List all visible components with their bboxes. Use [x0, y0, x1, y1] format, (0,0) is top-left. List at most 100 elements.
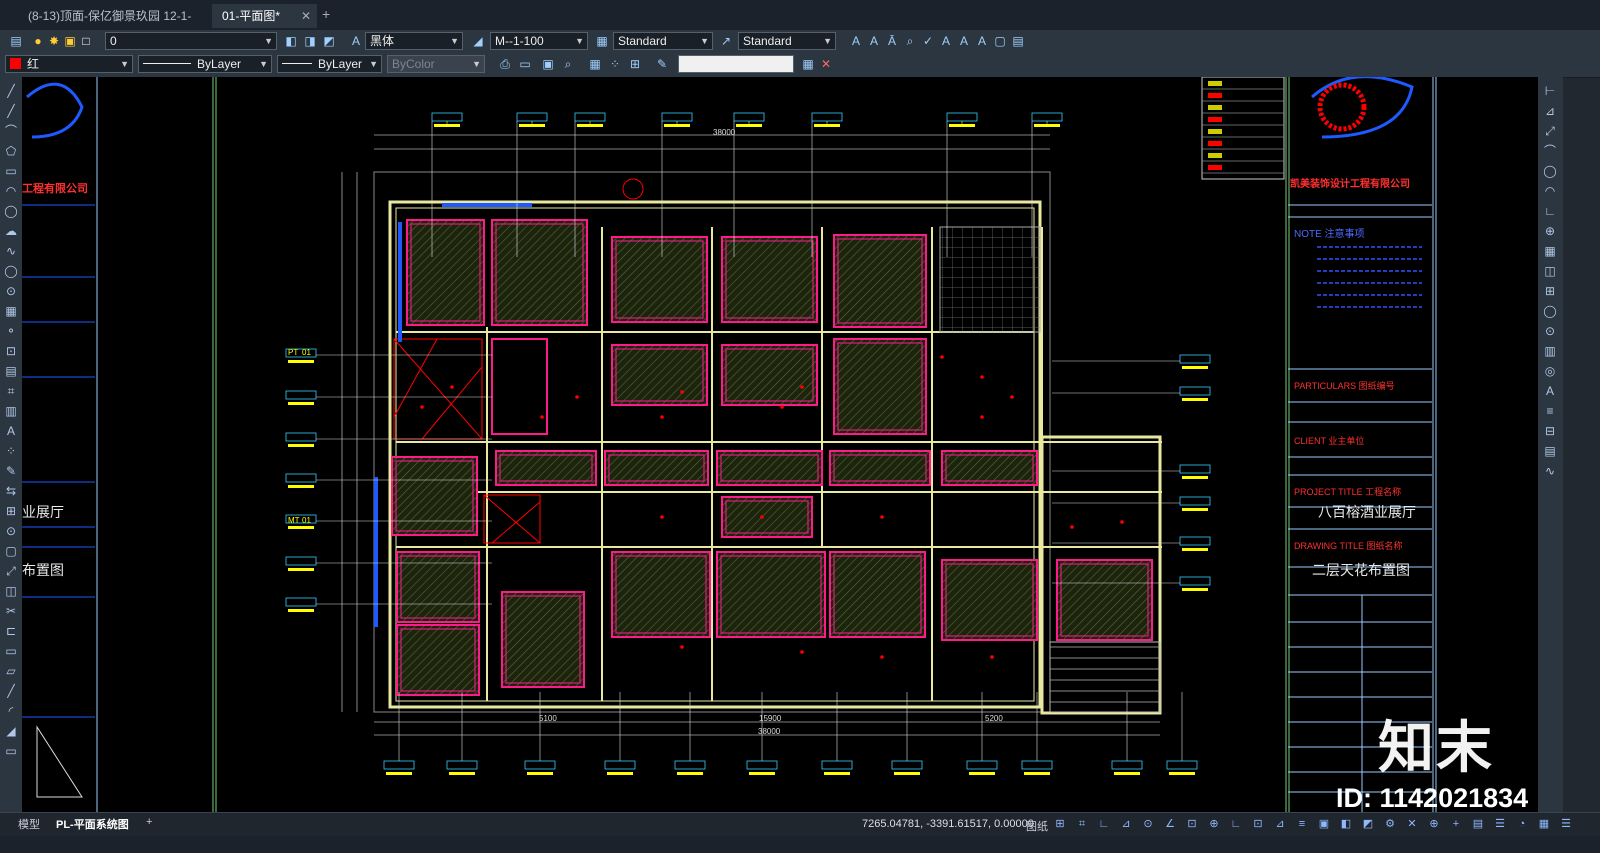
- status-toggle-icon[interactable]: ◩: [1361, 817, 1375, 831]
- status-toggle-icon[interactable]: +: [1449, 817, 1463, 831]
- dimension-tool-icon[interactable]: ∟: [1542, 203, 1558, 219]
- draw-tool-icon[interactable]: ⊙: [3, 283, 19, 299]
- draw-tool-icon[interactable]: ▥: [3, 403, 19, 419]
- draw-tool-icon[interactable]: ╱: [3, 683, 19, 699]
- draw-tool-icon[interactable]: ▱: [3, 663, 19, 679]
- tab-model[interactable]: 模型: [18, 816, 40, 832]
- draw-tool-icon[interactable]: ⤢: [3, 563, 19, 579]
- draw-tool-icon[interactable]: ▭: [3, 163, 19, 179]
- multileader-style-dropdown[interactable]: Standard ▼: [738, 32, 836, 50]
- print-icon[interactable]: ⎙: [497, 56, 513, 72]
- drawing-canvas[interactable]: 业展厅 布置图 工程有限公司 凯美装饰设计工程有限公司 NOTE 注意事项 PA…: [22, 77, 1538, 812]
- dimension-tool-icon[interactable]: ▤: [1542, 443, 1558, 459]
- text-justify-icon[interactable]: A: [956, 33, 972, 49]
- status-toggle-icon[interactable]: ⊡: [1251, 817, 1265, 831]
- status-toggle-icon[interactable]: ✕: [1405, 817, 1419, 831]
- new-tab-icon[interactable]: +: [322, 6, 330, 22]
- status-toggle-icon[interactable]: ∟: [1229, 817, 1243, 831]
- status-toggle-icon[interactable]: ∟: [1097, 817, 1111, 831]
- text-align-icon[interactable]: ▤: [1010, 33, 1026, 49]
- dimension-tool-icon[interactable]: ◎: [1542, 363, 1558, 379]
- status-toggle-icon[interactable]: ⌗: [1075, 817, 1089, 831]
- draw-tool-icon[interactable]: ╱: [3, 83, 19, 99]
- dimension-tool-icon[interactable]: ⊟: [1542, 423, 1558, 439]
- dimension-tool-icon[interactable]: A: [1542, 383, 1558, 399]
- draw-tool-icon[interactable]: ⊡: [3, 343, 19, 359]
- multileader-style-icon[interactable]: ↗: [718, 33, 734, 49]
- status-toggle-icon[interactable]: ⊞: [1053, 817, 1067, 831]
- status-toggle-icon[interactable]: ⊡: [1185, 817, 1199, 831]
- draw-tool-icon[interactable]: ⬠: [3, 143, 19, 159]
- dimension-style-dropdown[interactable]: M--1-100 ▼: [490, 32, 588, 50]
- draw-tool-icon[interactable]: ◢: [3, 723, 19, 739]
- page-setup-icon[interactable]: ▣: [540, 56, 556, 72]
- layer-previous-icon[interactable]: ◩: [321, 33, 337, 49]
- viewport-icon[interactable]: ⁘: [607, 56, 623, 72]
- status-toggle-icon[interactable]: ⊕: [1427, 817, 1441, 831]
- named-views-icon[interactable]: ⊞: [627, 56, 643, 72]
- dimension-tool-icon[interactable]: ≡: [1542, 403, 1558, 419]
- dimension-tool-icon[interactable]: ⤢: [1542, 123, 1558, 139]
- draw-tool-icon[interactable]: ⁘: [3, 443, 19, 459]
- find-text-icon[interactable]: ⌕: [902, 33, 918, 49]
- dimension-tool-icon[interactable]: ◠: [1542, 183, 1558, 199]
- draw-tool-icon[interactable]: ⊏: [3, 623, 19, 639]
- linetype-dropdown[interactable]: ByLayer ▼: [138, 55, 272, 73]
- status-toggle-icon[interactable]: ☰: [1493, 817, 1507, 831]
- cleanup-icon[interactable]: ✕: [818, 56, 834, 72]
- lineweight-dropdown[interactable]: ByLayer ▼: [277, 55, 382, 73]
- draw-tool-icon[interactable]: ◫: [3, 583, 19, 599]
- dimension-tool-icon[interactable]: ◯: [1542, 303, 1558, 319]
- dimension-tool-icon[interactable]: ∿: [1542, 463, 1558, 479]
- status-toggle-icon[interactable]: ▤: [1471, 817, 1485, 831]
- properties-icon[interactable]: ✎: [654, 56, 670, 72]
- spell-check-icon[interactable]: ✓: [920, 33, 936, 49]
- lock-icon[interactable]: ▣: [62, 33, 78, 49]
- status-toggle-icon[interactable]: ⊙: [1141, 817, 1155, 831]
- add-layout-icon[interactable]: +: [146, 816, 152, 828]
- draw-tool-icon[interactable]: ◯: [3, 203, 19, 219]
- status-toggle-icon[interactable]: ☰: [1559, 817, 1573, 831]
- draw-tool-icon[interactable]: ▭: [3, 743, 19, 759]
- tab-layout[interactable]: PL-平面系统图: [56, 816, 129, 832]
- text-style-icon[interactable]: A: [348, 33, 364, 49]
- status-toggle-icon[interactable]: ▦: [1537, 817, 1551, 831]
- draw-tool-icon[interactable]: ◠: [3, 183, 19, 199]
- draw-tool-icon[interactable]: ⊙: [3, 523, 19, 539]
- workspace-icon[interactable]: ▦: [800, 56, 816, 72]
- close-icon[interactable]: ✕: [301, 4, 311, 28]
- dimension-tool-icon[interactable]: ▦: [1542, 243, 1558, 259]
- mtext-icon[interactable]: A: [866, 33, 882, 49]
- paper-space-toggle[interactable]: 图纸: [1026, 818, 1048, 834]
- status-toggle-icon[interactable]: ⊿: [1119, 817, 1133, 831]
- draw-tool-icon[interactable]: ✂: [3, 603, 19, 619]
- draw-tool-icon[interactable]: ▤: [3, 363, 19, 379]
- layer-properties-icon[interactable]: ▤: [8, 33, 24, 49]
- preview-icon[interactable]: ⌕: [560, 56, 576, 72]
- table-style-dropdown[interactable]: Standard ▼: [613, 32, 713, 50]
- draw-tool-icon[interactable]: ⇆: [3, 483, 19, 499]
- layer-dropdown[interactable]: 0 ▼: [105, 32, 277, 50]
- dimension-tool-icon[interactable]: ⊿: [1542, 103, 1558, 119]
- dimension-style-icon[interactable]: ◢: [470, 33, 486, 49]
- search-input[interactable]: [678, 55, 794, 73]
- table-style-icon[interactable]: ▦: [594, 33, 610, 49]
- draw-tool-icon[interactable]: ⌗: [3, 383, 19, 399]
- text-font-dropdown[interactable]: 黑体 ▼: [365, 32, 463, 50]
- status-toggle-icon[interactable]: ⊕: [1207, 817, 1221, 831]
- status-toggle-icon[interactable]: ◔: [1515, 817, 1529, 831]
- draw-tool-icon[interactable]: ▦: [3, 303, 19, 319]
- draw-tool-icon[interactable]: ◜: [3, 703, 19, 719]
- text-icon[interactable]: A: [848, 33, 864, 49]
- text-frame-icon[interactable]: ▢: [992, 33, 1008, 49]
- dimension-tool-icon[interactable]: ⊞: [1542, 283, 1558, 299]
- status-toggle-icon[interactable]: ◧: [1339, 817, 1353, 831]
- draw-tool-icon[interactable]: ⚬: [3, 323, 19, 339]
- draw-tool-icon[interactable]: ▢: [3, 543, 19, 559]
- sun-icon[interactable]: ✸: [46, 33, 62, 49]
- bulb-icon[interactable]: ●: [30, 33, 46, 49]
- color-dropdown[interactable]: 红 ▼: [5, 55, 133, 73]
- status-toggle-icon[interactable]: ▣: [1317, 817, 1331, 831]
- dimension-tool-icon[interactable]: ⊕: [1542, 223, 1558, 239]
- draw-tool-icon[interactable]: ◯: [3, 263, 19, 279]
